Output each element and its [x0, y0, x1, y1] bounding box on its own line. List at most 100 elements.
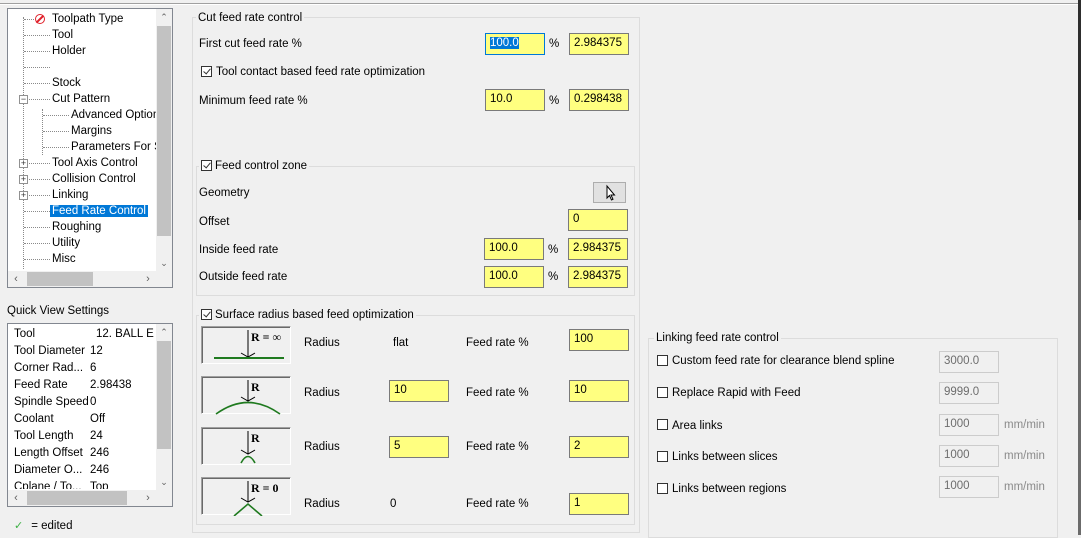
min-feed-pct-input[interactable]: 10.0	[485, 89, 545, 111]
tree-item-linking[interactable]: Linking	[50, 187, 90, 203]
tree-item-tool[interactable]: Tool	[50, 27, 75, 43]
clearance-blend-label[interactable]: Custom feed rate for clearance blend spl…	[672, 354, 894, 368]
radius-label: Radius	[304, 387, 340, 399]
scroll-left-icon[interactable]: ‹	[8, 271, 24, 287]
tree-item-tool-axis-control[interactable]: Tool Axis Control	[50, 155, 140, 171]
tree-item-cut-pattern[interactable]: Cut Pattern	[50, 91, 112, 107]
unit-label: mm/min	[1004, 481, 1045, 493]
tree-item-collision-control[interactable]: Collision Control	[50, 171, 138, 187]
replace-rapid-input[interactable]: 9999.0	[939, 382, 999, 404]
tree-item-blank[interactable]	[50, 59, 54, 75]
scrollbar-thumb[interactable]	[27, 491, 127, 505]
inside-feed-label: Inside feed rate	[199, 244, 279, 256]
tool-contact-checkbox[interactable]	[201, 66, 212, 77]
links-regions-input[interactable]: 1000	[939, 476, 999, 498]
first-cut-value-input[interactable]: 2.984375	[569, 33, 629, 55]
list-item: Cplane / To... Top	[14, 481, 109, 489]
scroll-right-icon[interactable]: ›	[140, 271, 156, 287]
list-item: Length Offset 246	[14, 447, 110, 459]
tree-horizontal-scrollbar[interactable]: ‹ ›	[8, 271, 172, 287]
feed-zone-checkbox[interactable]	[201, 160, 212, 171]
edited-legend: ✓ = edited	[14, 520, 73, 532]
pct-unit: %	[549, 38, 560, 50]
clearance-blend-checkbox[interactable]	[657, 355, 668, 366]
feed-rate-input[interactable]: 10	[569, 380, 629, 402]
min-feed-value-input[interactable]: 0.298438	[569, 89, 629, 111]
tree-item-toolpath-type[interactable]: Toolpath Type	[50, 11, 125, 27]
feed-rate-label: Feed rate %	[466, 498, 529, 510]
scrollbar-thumb[interactable]	[157, 26, 171, 236]
scrollbar-thumb[interactable]	[157, 341, 171, 449]
inside-pct-input[interactable]: 100.0	[484, 238, 544, 260]
expand-icon[interactable]: +	[19, 175, 28, 184]
feed-rate-input[interactable]: 1	[569, 493, 629, 515]
scroll-right-icon[interactable]: ›	[140, 490, 156, 506]
inside-value-input[interactable]: 2.984375	[568, 238, 628, 260]
parameter-tree[interactable]: Toolpath Type Tool Holder Stock − Cut Pa…	[7, 8, 173, 288]
tree-item-utility[interactable]: Utility	[50, 235, 82, 251]
area-links-input[interactable]: 1000	[939, 414, 999, 436]
scroll-down-icon[interactable]: ⌄	[156, 474, 172, 490]
replace-rapid-label[interactable]: Replace Rapid with Feed	[672, 386, 801, 400]
cursor-arrow-icon	[606, 184, 616, 201]
expand-icon[interactable]: +	[19, 159, 28, 168]
offset-input[interactable]: 0	[568, 209, 628, 231]
radius-input[interactable]: 5	[389, 436, 449, 458]
pct-unit: %	[548, 271, 559, 283]
area-links-checkbox[interactable]	[657, 419, 668, 430]
pct-unit: %	[548, 244, 559, 256]
links-regions-checkbox[interactable]	[657, 483, 668, 494]
feed-rate-label: Feed rate %	[466, 337, 529, 349]
tool-contact-label[interactable]: Tool contact based feed rate optimizatio…	[216, 65, 425, 79]
radius-value: flat	[393, 337, 409, 349]
links-slices-checkbox[interactable]	[657, 451, 668, 462]
scrollbar-thumb[interactable]	[27, 272, 93, 286]
feed-rate-input[interactable]: 100	[569, 329, 629, 351]
quick-view-vertical-scrollbar[interactable]: ⌃ ⌄	[156, 324, 172, 490]
outside-feed-label: Outside feed rate	[199, 271, 288, 283]
tree-item-holder[interactable]: Holder	[50, 43, 88, 59]
list-item: Spindle Speed 0	[14, 396, 97, 408]
replace-rapid-checkbox[interactable]	[657, 387, 668, 398]
select-geometry-button[interactable]	[593, 182, 626, 203]
outside-value-input[interactable]: 2.984375	[568, 266, 628, 288]
offset-label: Offset	[199, 216, 230, 228]
feed-rate-input[interactable]: 2	[569, 436, 629, 458]
tree-item-feed-rate-control[interactable]: Feed Rate Control	[50, 203, 148, 219]
radius-label: Radius	[304, 498, 340, 510]
tree-vertical-scrollbar[interactable]: ⌃ ⌄	[156, 9, 172, 271]
scroll-up-icon[interactable]: ⌃	[156, 324, 172, 340]
unit-label: mm/min	[1004, 450, 1045, 462]
first-cut-label: First cut feed rate %	[199, 38, 302, 50]
scroll-down-icon[interactable]: ⌄	[156, 255, 172, 271]
area-links-label[interactable]: Area links	[672, 419, 723, 433]
tree-item-margins[interactable]: Margins	[69, 123, 114, 139]
feed-zone-title: Feed control zone	[199, 159, 310, 173]
outside-pct-input[interactable]: 100.0	[484, 266, 544, 288]
tree-item-advanced-options[interactable]: Advanced Options	[69, 107, 167, 123]
feed-rate-label: Feed rate %	[466, 441, 529, 453]
quick-view-horizontal-scrollbar[interactable]: ‹ ›	[8, 490, 172, 506]
tree-item-roughing[interactable]: Roughing	[50, 219, 103, 235]
links-slices-label[interactable]: Links between slices	[672, 450, 777, 464]
radius-input[interactable]: 10	[389, 380, 449, 402]
collapse-icon[interactable]: −	[19, 95, 28, 104]
expand-icon[interactable]: +	[19, 191, 28, 200]
list-item: Diameter O... 246	[14, 464, 110, 476]
top-divider-highlight	[0, 4, 1078, 5]
clearance-blend-input[interactable]: 3000.0	[939, 351, 999, 373]
radius-label: Radius	[304, 337, 340, 349]
scroll-up-icon[interactable]: ⌃	[156, 9, 172, 25]
tree-item-stock[interactable]: Stock	[50, 75, 83, 91]
surface-radius-checkbox[interactable]	[201, 309, 212, 320]
links-regions-label[interactable]: Links between regions	[672, 482, 786, 496]
unit-label: mm/min	[1004, 419, 1045, 431]
small-radius-diagram: R	[201, 427, 291, 465]
check-icon: ✓	[14, 520, 24, 532]
first-cut-pct-input[interactable]: 100.0	[485, 33, 545, 55]
tree-item-misc[interactable]: Misc	[50, 251, 78, 267]
quick-view-list[interactable]: Tool12. BALL EN... Tool Diameter12 Corne…	[7, 323, 173, 507]
sharp-corner-diagram: R = 0	[201, 477, 291, 516]
links-slices-input[interactable]: 1000	[939, 445, 999, 467]
scroll-left-icon[interactable]: ‹	[8, 490, 24, 506]
